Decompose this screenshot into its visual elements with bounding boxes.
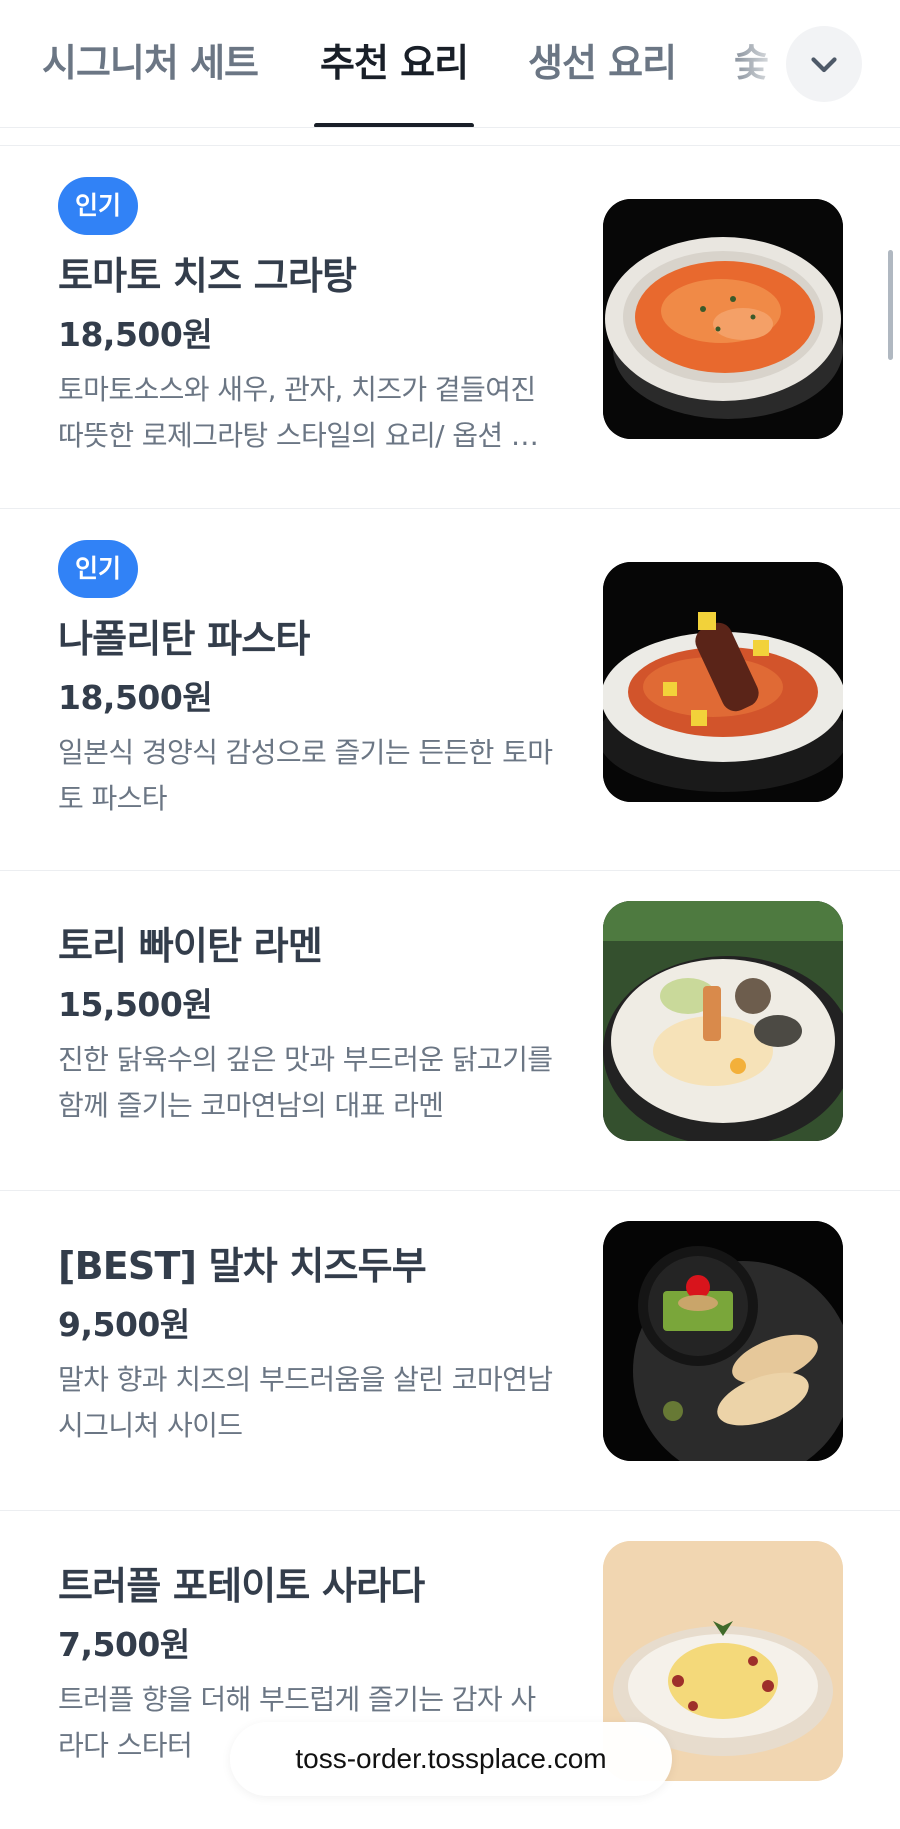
menu-item-image (603, 199, 843, 439)
url-text: toss-order.tossplace.com (295, 1743, 607, 1774)
menu-item-price: 9,500원 (58, 1305, 190, 1344)
menu-item-name: 토마토 치즈 그라탕 (58, 254, 357, 298)
menu-item-price: 7,500원 (58, 1625, 190, 1664)
menu-item-image (603, 562, 843, 802)
menu-item[interactable]: 인기 토마토 치즈 그라탕 18,500원 토마토소스와 새우, 관자, 치즈가… (0, 146, 900, 509)
menu-item[interactable]: 토리 빠이탄 라멘 15,500원 진한 닭육수의 깊은 맛과 부드러운 닭고기… (0, 871, 900, 1191)
tori-paitan-ramen-photo (603, 901, 843, 1141)
menu-item[interactable]: 인기 나폴리탄 파스타 18,500원 일본식 경양식 감성으로 즐기는 든든한… (0, 509, 900, 871)
category-tab-bar: 시그니처 세트 추천 요리 생선 요리 숯 (0, 0, 900, 128)
menu-item[interactable]: [BEST] 말차 치즈두부 9,500원 말차 향과 치즈의 부드러움을 살린… (0, 1191, 900, 1511)
menu-item-price: 18,500원 (58, 315, 213, 354)
matcha-cheese-tofu-photo (603, 1221, 843, 1461)
tab-signature-set[interactable]: 시그니처 세트 (42, 32, 259, 87)
napolitan-pasta-photo (603, 562, 843, 802)
tomato-gratin-photo (603, 199, 843, 439)
menu-item-image (603, 1221, 843, 1461)
popular-badge: 인기 (58, 177, 139, 235)
menu-item-description: 토마토소스와 새우, 관자, 치즈가 곁들여진 따뜻한 로제그라탕 스타일의 요… (58, 373, 537, 452)
menu-item-image (603, 901, 843, 1141)
tab-fish-dishes[interactable]: 생선 요리 (528, 32, 677, 87)
menu-item-description: 진한 닭육수의 깊은 맛과 부드러운 닭고기를 함께 즐기는 코마연남의 대표 … (58, 1043, 553, 1122)
chevron-down-icon (811, 57, 837, 73)
tab-recommended[interactable]: 추천 요리 (320, 32, 469, 87)
popular-badge: 인기 (58, 540, 139, 598)
menu-item-name: 트러플 포테이토 사라다 (58, 1564, 425, 1608)
menu-item-name: 토리 빠이탄 라멘 (58, 924, 323, 968)
menu-item-description: 일본식 경양식 감성으로 즐기는 든든한 토마토 파스타 (58, 736, 553, 815)
menu-item-name: [BEST] 말차 치즈두부 (58, 1244, 427, 1288)
category-dropdown-button[interactable] (786, 26, 862, 102)
menu-item-price: 15,500원 (58, 985, 213, 1024)
scroll-indicator[interactable] (888, 250, 893, 360)
menu-item-name: 나폴리탄 파스타 (58, 617, 310, 661)
active-tab-indicator (314, 123, 474, 127)
url-bar[interactable]: toss-order.tossplace.com (230, 1722, 672, 1796)
menu-item-description: 말차 향과 치즈의 부드러움을 살린 코마연남 시그니처 사이드 (58, 1363, 553, 1442)
menu-item-price: 18,500원 (58, 678, 213, 717)
